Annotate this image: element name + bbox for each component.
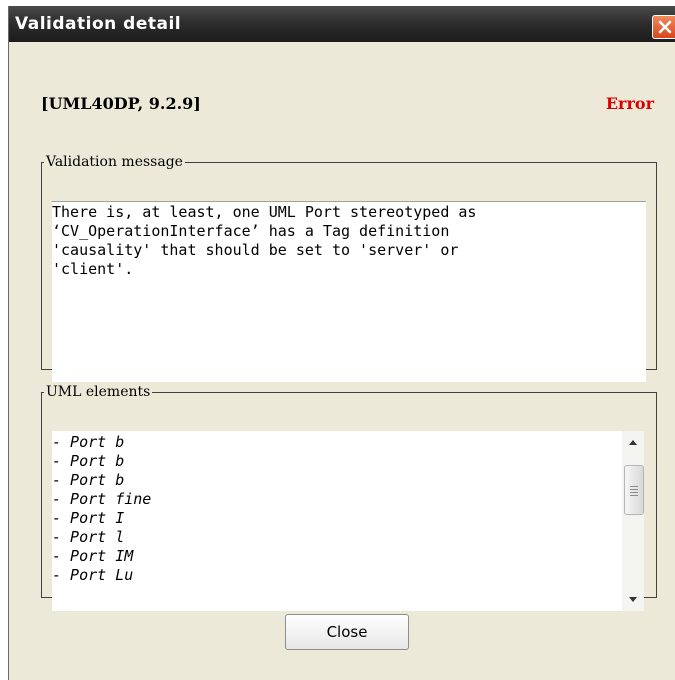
validation-dialog: Validation detail [UML40DP, 9.2.9] Error…: [8, 6, 675, 680]
chevron-up-icon: [629, 440, 637, 445]
message-line: There is, at least, one UML Port stereot…: [52, 203, 477, 221]
list-item[interactable]: - Port Lu: [52, 566, 622, 585]
grip-line: [630, 486, 638, 487]
validation-message-text[interactable]: There is, at least, one UML Port stereot…: [52, 201, 646, 382]
grip-line: [630, 495, 638, 496]
list-item[interactable]: - Port l: [52, 528, 622, 547]
scroll-down-button[interactable]: [622, 589, 644, 609]
title-bar[interactable]: Validation detail: [9, 6, 675, 42]
list-item[interactable]: - Port b: [52, 433, 622, 452]
scroll-up-button[interactable]: [622, 433, 644, 453]
severity-label: Error: [605, 94, 654, 113]
grip-line: [630, 492, 638, 493]
close-icon: [658, 20, 672, 34]
uml-elements-list[interactable]: - Port b - Port b - Port b - Port fine -…: [52, 431, 622, 611]
close-button[interactable]: Close: [285, 614, 409, 650]
validation-message-legend: Validation message: [46, 154, 183, 170]
list-item[interactable]: - Port fine: [52, 490, 622, 509]
message-line: ‘CV_OperationInterface’ has a Tag defini…: [52, 222, 450, 240]
list-item[interactable]: - Port I: [52, 509, 622, 528]
list-item[interactable]: - Port IM: [52, 547, 622, 566]
grip-line: [630, 489, 638, 490]
message-line: 'client'.: [52, 260, 134, 278]
chevron-down-icon: [629, 597, 637, 602]
window-title: Validation detail: [15, 14, 182, 34]
list-item[interactable]: - Port b: [52, 452, 622, 471]
list-item[interactable]: - Port b: [52, 471, 622, 490]
uml-elements-scrollbar[interactable]: [622, 431, 644, 611]
validation-message-group: Validation message There is, at least, o…: [41, 154, 657, 382]
uml-elements-group: UML elements - Port b - Port b - Port b …: [41, 384, 657, 611]
uml-elements-legend: UML elements: [46, 384, 151, 400]
message-line: 'causality' that should be set to 'serve…: [52, 241, 459, 259]
window-close-button[interactable]: [652, 15, 675, 39]
rule-code: [UML40DP, 9.2.9]: [41, 94, 201, 113]
scrollbar-thumb[interactable]: [624, 465, 644, 515]
